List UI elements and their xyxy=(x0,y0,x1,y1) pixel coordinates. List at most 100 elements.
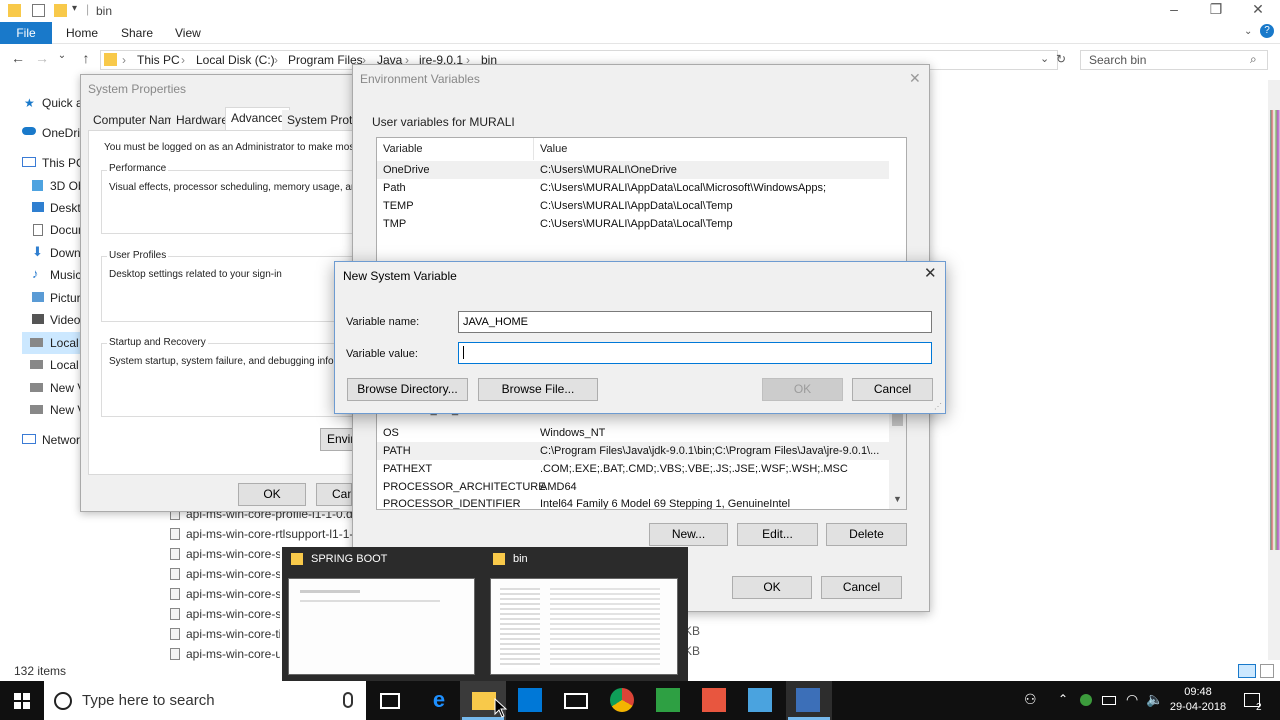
sysprops-cancel-button[interactable]: Cancel xyxy=(316,483,352,506)
table-row-value[interactable]: C:\Users\MURALI\AppData\Local\Microsoft\… xyxy=(540,179,826,197)
ribbon-tab-home[interactable]: Home xyxy=(66,22,98,44)
nav-item-desktop[interactable]: Desktop xyxy=(50,197,80,219)
breadcrumb-this-pc[interactable]: This PC xyxy=(137,53,180,67)
search-input[interactable]: Search bin xyxy=(1089,53,1146,67)
minimize-icon[interactable]: – xyxy=(1154,1,1194,21)
breadcrumb-separator-icon[interactable]: › xyxy=(274,53,278,67)
taskbar-search-input[interactable]: Type here to search xyxy=(82,692,215,709)
table-row-value[interactable]: C:\Program Files\Java\jdk-9.0.1\bin;C:\P… xyxy=(540,442,886,460)
table-row-name[interactable]: Path xyxy=(383,179,406,197)
env-cancel-button[interactable]: Cancel xyxy=(821,576,902,599)
table-row-name[interactable]: TMP xyxy=(383,215,406,233)
store-icon[interactable] xyxy=(518,688,542,712)
table-row-value[interactable]: Windows_NT xyxy=(540,424,605,442)
nav-item-pictures[interactable]: Pictures xyxy=(50,287,80,309)
file-row[interactable]: api-ms-win-core-string-l1-1-0.dll xyxy=(186,545,280,563)
ribbon-tab-share[interactable]: Share xyxy=(121,22,153,44)
table-row-name[interactable]: OneDrive xyxy=(383,161,429,179)
chrome-icon[interactable] xyxy=(610,688,634,712)
browse-file-button[interactable]: Browse File... xyxy=(478,378,598,401)
back-arrow-icon[interactable]: ← xyxy=(8,50,28,70)
system-properties-taskbar-icon[interactable] xyxy=(796,688,820,712)
edit-variable-button[interactable]: Edit... xyxy=(737,523,818,546)
task-view-icon[interactable] xyxy=(380,693,400,709)
recorder-icon[interactable] xyxy=(702,688,726,712)
file-row[interactable]: api-ms-win-core-util-l1-1-0.dll xyxy=(186,645,280,663)
mail-icon[interactable] xyxy=(564,693,588,709)
breadcrumb-local-disk[interactable]: Local Disk (C:) xyxy=(196,53,275,67)
variable-name-input[interactable]: JAVA_HOME xyxy=(458,311,932,333)
thumbnail-title-spring-boot[interactable]: SPRING BOOT xyxy=(311,553,387,565)
environment-variables-button[interactable]: Environment Variables... xyxy=(320,428,354,451)
properties-icon[interactable] xyxy=(32,4,45,17)
nav-item-music[interactable]: Music xyxy=(50,264,80,286)
address-dropdown-icon[interactable]: ⌄ xyxy=(1040,52,1049,65)
table-row-value[interactable]: C:\Users\MURALI\OneDrive xyxy=(540,161,677,179)
delete-variable-button[interactable]: Delete xyxy=(826,523,907,546)
nav-item-new-volume-1[interactable]: New Volume xyxy=(50,377,80,399)
nav-item-videos[interactable]: Videos xyxy=(50,309,80,331)
nav-item-network[interactable]: Network xyxy=(42,429,82,451)
start-windows-icon[interactable] xyxy=(14,693,30,709)
nav-item-onedrive[interactable]: OneDrive xyxy=(42,122,80,144)
table-row-name[interactable]: PATHEXT xyxy=(383,460,432,478)
nav-item-this-pc[interactable]: This PC xyxy=(42,152,80,174)
env-close-icon[interactable]: ✕ xyxy=(909,70,921,87)
resize-grip-icon[interactable]: ⋰ xyxy=(934,402,942,411)
ribbon-tab-file[interactable]: File xyxy=(0,22,52,44)
scroll-down-icon[interactable]: ▼ xyxy=(893,494,902,504)
new-variable-button[interactable]: New... xyxy=(649,523,728,546)
recent-locations-icon[interactable]: ⌄ xyxy=(52,50,72,70)
table-row-value[interactable]: AMD64 xyxy=(540,478,577,496)
tab-system-protection[interactable]: System Protection xyxy=(282,110,352,130)
table-row-value[interactable]: C:\Users\MURALI\AppData\Local\Temp xyxy=(540,215,733,233)
details-view-icon[interactable] xyxy=(1238,664,1256,678)
new-var-cancel-button[interactable]: Cancel xyxy=(852,378,933,401)
remote-desktop-icon[interactable] xyxy=(748,688,772,712)
table-row-name[interactable]: PATH xyxy=(383,442,411,460)
customize-quick-access-icon[interactable]: ▾ xyxy=(72,3,77,14)
forward-arrow-icon[interactable]: → xyxy=(32,50,52,70)
close-icon[interactable]: ✕ xyxy=(1238,1,1278,21)
table-row-name[interactable]: PROCESSOR_IDENTIFIER xyxy=(383,495,521,509)
col-variable-header[interactable]: Variable xyxy=(383,143,423,155)
file-row[interactable]: api-ms-win-core-synch-l1-1-0.dll xyxy=(186,565,280,583)
breadcrumb-separator-icon[interactable]: › xyxy=(122,53,126,67)
large-icons-view-icon[interactable] xyxy=(1260,664,1274,678)
ribbon-tab-view[interactable]: View xyxy=(175,22,201,44)
refresh-icon[interactable]: ↻ xyxy=(1056,52,1066,66)
breadcrumb-separator-icon[interactable]: › xyxy=(181,53,185,67)
nav-item-3d-objects[interactable]: 3D Objects xyxy=(50,175,80,197)
volume-icon[interactable]: 🔈 xyxy=(1146,691,1163,708)
taskbar-clock[interactable]: 09:48 29-04-2018 xyxy=(1168,685,1228,715)
browse-directory-button[interactable]: Browse Directory... xyxy=(347,378,468,401)
variable-value-input[interactable] xyxy=(458,342,932,364)
table-row-name[interactable]: PROCESSOR_ARCHITECTURE xyxy=(383,478,546,496)
nav-item-local-disk[interactable]: Local Disk xyxy=(50,354,80,376)
security-icon[interactable] xyxy=(1080,694,1092,706)
table-row-value[interactable]: .COM;.EXE;.BAT;.CMD;.VBS;.VBE;.JS;.JSE;.… xyxy=(540,460,848,478)
scrollbar-thumb[interactable] xyxy=(892,414,903,426)
nav-item-quick-access[interactable]: Quick access xyxy=(42,92,80,114)
table-row-value[interactable]: C:\Users\MURALI\AppData\Local\Temp xyxy=(540,197,733,215)
file-row[interactable]: api-ms-win-core-timezone-l1-1-0.dll xyxy=(186,625,280,643)
nav-item-downloads[interactable]: Downloads xyxy=(50,242,80,264)
help-icon[interactable]: ? xyxy=(1260,24,1274,38)
nav-item-new-volume-2[interactable]: New Volume xyxy=(50,399,80,421)
table-row-name[interactable]: OS xyxy=(383,424,399,442)
sysprops-ok-button[interactable]: OK xyxy=(238,483,306,506)
tab-hardware[interactable]: Hardware xyxy=(171,110,234,130)
file-row[interactable]: api-ms-win-core-rtlsupport-l1-1-0.dll xyxy=(186,525,352,543)
microphone-icon[interactable] xyxy=(343,692,353,708)
battery-icon[interactable] xyxy=(1102,696,1116,705)
thumbnail-title-bin[interactable]: bin xyxy=(513,553,528,565)
camtasia-icon[interactable] xyxy=(656,688,680,712)
expand-ribbon-icon[interactable]: ⌄ xyxy=(1244,26,1252,37)
table-row-name[interactable]: TEMP xyxy=(383,197,414,215)
new-var-ok-button[interactable]: OK xyxy=(762,378,843,401)
close-icon[interactable]: ✕ xyxy=(924,264,937,282)
file-row[interactable]: api-ms-win-core-synch-l1-2-0.dll xyxy=(186,585,280,603)
env-ok-button[interactable]: OK xyxy=(732,576,812,599)
col-value-header[interactable]: Value xyxy=(540,143,567,155)
file-row[interactable]: api-ms-win-core-sysinfo-l1-1-0.dll xyxy=(186,605,280,623)
